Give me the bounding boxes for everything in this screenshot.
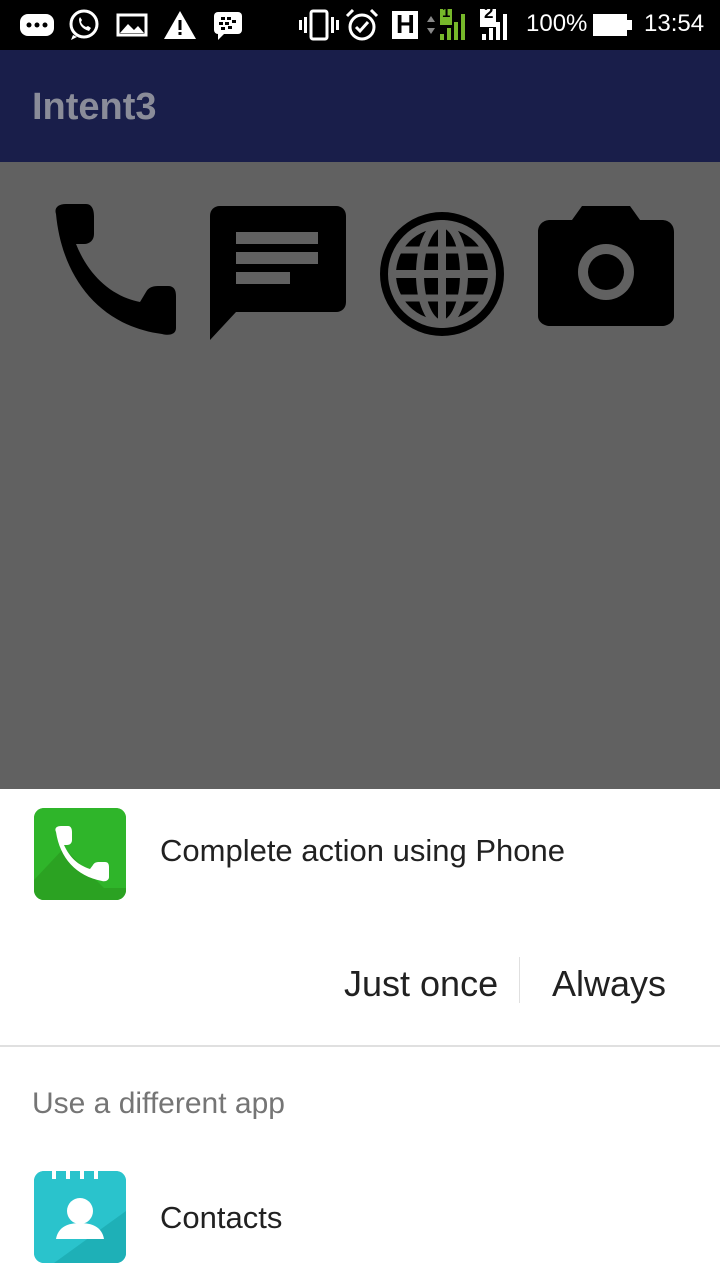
always-button[interactable]: Always bbox=[552, 963, 666, 1005]
use-different-app-label: Use a different app bbox=[32, 1087, 285, 1120]
contacts-app-icon bbox=[34, 1171, 126, 1263]
just-once-button[interactable]: Just once bbox=[344, 963, 498, 1005]
sim2-label: 2 bbox=[484, 3, 494, 22]
battery-icon bbox=[593, 14, 632, 36]
vibrate-icon bbox=[299, 9, 339, 41]
app-label-contacts: Contacts bbox=[160, 1200, 283, 1235]
phone-app-icon bbox=[34, 808, 126, 900]
sim1-label: 1 bbox=[442, 4, 451, 21]
phone-icon[interactable] bbox=[50, 204, 178, 336]
message-icon[interactable] bbox=[210, 206, 346, 342]
intent-chooser-sheet: Complete action using Phone Just once Al… bbox=[0, 789, 720, 1280]
chooser-title: Complete action using Phone bbox=[160, 833, 565, 868]
app-bar: Intent3 bbox=[0, 50, 720, 162]
app-title: Intent3 bbox=[32, 86, 157, 128]
warning-icon bbox=[164, 11, 196, 39]
globe-icon[interactable] bbox=[374, 206, 510, 342]
message-bubble-icon bbox=[20, 14, 54, 36]
whatsapp-icon bbox=[69, 9, 99, 40]
network-type: H bbox=[396, 9, 415, 39]
clock: 13:54 bbox=[644, 10, 705, 37]
alarm-icon bbox=[345, 8, 379, 41]
button-divider bbox=[519, 957, 520, 1003]
status-bar: H 1 2 100% 13:54 bbox=[0, 0, 720, 50]
app-list-item-contacts[interactable]: Contacts bbox=[0, 1155, 720, 1275]
main-content bbox=[0, 162, 720, 789]
gallery-icon bbox=[116, 13, 148, 37]
bbm-icon bbox=[214, 12, 242, 40]
battery-percent: 100% bbox=[526, 10, 588, 37]
camera-icon[interactable] bbox=[538, 206, 674, 328]
section-divider bbox=[0, 1045, 720, 1047]
